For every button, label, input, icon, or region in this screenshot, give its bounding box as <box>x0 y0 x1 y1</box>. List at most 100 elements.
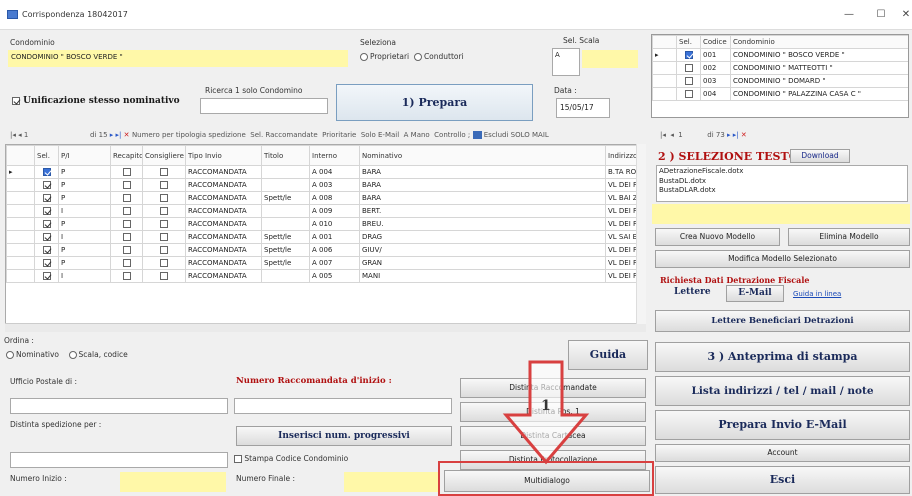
tipo-invio-cell[interactable]: RACCOMANDATA <box>185 204 262 218</box>
nominativo-cell[interactable]: BARA <box>359 178 606 192</box>
consigliere-cell[interactable] <box>142 269 186 283</box>
ufficio-input[interactable] <box>10 398 228 414</box>
sel-checkbox[interactable] <box>42 207 51 215</box>
titolo-cell[interactable] <box>261 178 310 192</box>
prepara-button[interactable]: 1) Prepara <box>336 84 533 121</box>
consigliere-cell[interactable] <box>142 243 186 257</box>
titolo-cell[interactable] <box>261 165 310 179</box>
sel-checkbox[interactable] <box>42 220 51 228</box>
sel-cell[interactable] <box>34 243 59 257</box>
rsel-cell[interactable] <box>676 87 701 101</box>
consigliere-checkbox[interactable] <box>160 220 168 228</box>
distinta-spedizione-input[interactable] <box>10 452 228 468</box>
condominio-cell[interactable]: CONDOMINIO " DOMARD " <box>730 74 908 88</box>
lettere-link[interactable]: Lettere <box>674 287 711 297</box>
col-tipo-invio[interactable]: Tipo Invio <box>185 145 262 166</box>
rcol-codice[interactable]: Codice <box>700 35 731 49</box>
tipo-invio-cell[interactable]: RACCOMANDATA <box>185 191 262 205</box>
numero-finale-field[interactable] <box>344 472 438 492</box>
condominio-field[interactable]: CONDOMINIO " BOSCO VERDE " <box>8 50 348 67</box>
codice-cell[interactable]: 003 <box>700 74 731 88</box>
pi-cell[interactable]: P <box>58 243 111 257</box>
scala-codice-radio[interactable] <box>68 351 77 359</box>
recapito-checkbox[interactable] <box>122 207 131 215</box>
col-consigliere[interactable]: Consigliere <box>142 145 186 166</box>
condominio-cell[interactable]: CONDOMINIO " BOSCO VERDE " <box>730 48 908 62</box>
consigliere-cell[interactable] <box>142 256 186 270</box>
consigliere-cell[interactable] <box>142 204 186 218</box>
interno-cell[interactable]: A 010 <box>309 217 360 231</box>
sel-checkbox[interactable] <box>42 194 51 202</box>
condominio-row[interactable]: 002 CONDOMINIO " MATTEOTTI " <box>652 61 908 75</box>
titolo-cell[interactable]: Spett/le <box>261 243 310 257</box>
lettere-beneficiari-button[interactable]: Lettere Beneficiari Detrazioni <box>655 310 910 332</box>
rsel-checkbox[interactable] <box>684 90 693 98</box>
interno-cell[interactable]: A 008 <box>309 191 360 205</box>
interno-cell[interactable]: A 001 <box>309 230 360 244</box>
template-list[interactable]: ADetrazioneFiscale.dotx BustaDL.dotx Bus… <box>656 165 908 202</box>
sel-checkbox[interactable] <box>42 246 51 254</box>
interno-cell[interactable]: A 006 <box>309 243 360 257</box>
nominativo-radio[interactable] <box>6 351 14 359</box>
titolo-cell[interactable]: Spett/le <box>261 230 310 244</box>
condominio-row[interactable]: ▸ 001 CONDOMINIO " BOSCO VERDE " <box>652 48 908 62</box>
scala-field[interactable]: A <box>552 48 580 76</box>
numero-inizio-field[interactable] <box>120 472 226 492</box>
prev-record-icon[interactable]: ◂ <box>18 131 22 139</box>
pi-cell[interactable]: P <box>58 165 111 179</box>
right-delete-icon[interactable]: ✕ <box>741 131 747 139</box>
consigliere-cell[interactable] <box>142 191 186 205</box>
first-record-icon[interactable]: |◂ <box>10 131 16 139</box>
toolbar-controllo[interactable]: Controllo ; <box>434 131 470 139</box>
pi-cell[interactable]: P <box>58 178 111 192</box>
rsel-cell[interactable] <box>676 74 701 88</box>
stampa-codice-checkbox[interactable] <box>234 455 242 463</box>
recapito-cell[interactable] <box>110 191 143 205</box>
col-interno[interactable]: Interno <box>309 145 360 166</box>
condominio-row[interactable]: 003 CONDOMINIO " DOMARD " <box>652 74 908 88</box>
recapito-cell[interactable] <box>110 256 143 270</box>
recapito-checkbox[interactable] <box>122 259 131 267</box>
right-position[interactable]: 1 <box>678 131 682 139</box>
right-first-icon[interactable]: |◂ <box>660 131 666 139</box>
codice-cell[interactable]: 002 <box>700 61 731 75</box>
consigliere-checkbox[interactable] <box>160 194 168 202</box>
horizontal-scrollbar[interactable] <box>5 323 646 332</box>
grid-icon[interactable] <box>472 131 482 139</box>
recapito-cell[interactable] <box>110 165 143 179</box>
pi-cell[interactable]: P <box>58 191 111 205</box>
record-position[interactable]: 1 <box>24 131 28 139</box>
toolbar-numero[interactable]: Numero per tipologia spedizione <box>132 131 246 139</box>
interno-cell[interactable]: A 005 <box>309 269 360 283</box>
interno-cell[interactable]: A 007 <box>309 256 360 270</box>
unificazione-checkbox[interactable] <box>12 96 20 105</box>
email-button[interactable]: E-Mail <box>726 285 784 302</box>
nominativo-cell[interactable]: GIUV/ <box>359 243 606 257</box>
consigliere-checkbox[interactable] <box>160 259 168 267</box>
table-row[interactable]: P RACCOMANDATA A 010 BREU. VL DEI F <box>6 217 645 231</box>
tipo-invio-cell[interactable]: RACCOMANDATA <box>185 178 262 192</box>
codice-cell[interactable]: 004 <box>700 87 731 101</box>
rsel-checkbox[interactable] <box>684 77 693 85</box>
sel-checkbox[interactable] <box>42 181 51 189</box>
sel-checkbox[interactable] <box>42 168 51 176</box>
recapito-cell[interactable] <box>110 243 143 257</box>
rcol-condominio[interactable]: Condominio <box>730 35 908 49</box>
recapito-cell[interactable] <box>110 178 143 192</box>
col-pi[interactable]: P/I <box>58 145 111 166</box>
recapito-cell[interactable] <box>110 217 143 231</box>
condominio-row[interactable]: 004 CONDOMINIO " PALAZZINA CASA C " <box>652 87 908 101</box>
sel-cell[interactable] <box>34 191 59 205</box>
maximize-button[interactable]: ☐ <box>870 6 892 24</box>
crea-modello-button[interactable]: Crea Nuovo Modello <box>655 228 780 246</box>
close-button[interactable]: ✕ <box>900 6 912 24</box>
tipo-invio-cell[interactable]: RACCOMANDATA <box>185 165 262 179</box>
rcol-sel[interactable]: Sel. <box>676 35 701 49</box>
interno-cell[interactable]: A 004 <box>309 165 360 179</box>
recapito-cell[interactable] <box>110 230 143 244</box>
sel-cell[interactable] <box>34 269 59 283</box>
sel-cell[interactable] <box>34 217 59 231</box>
col-titolo[interactable]: Titolo <box>261 145 310 166</box>
pi-cell[interactable]: P <box>58 256 111 270</box>
titolo-cell[interactable] <box>261 269 310 283</box>
